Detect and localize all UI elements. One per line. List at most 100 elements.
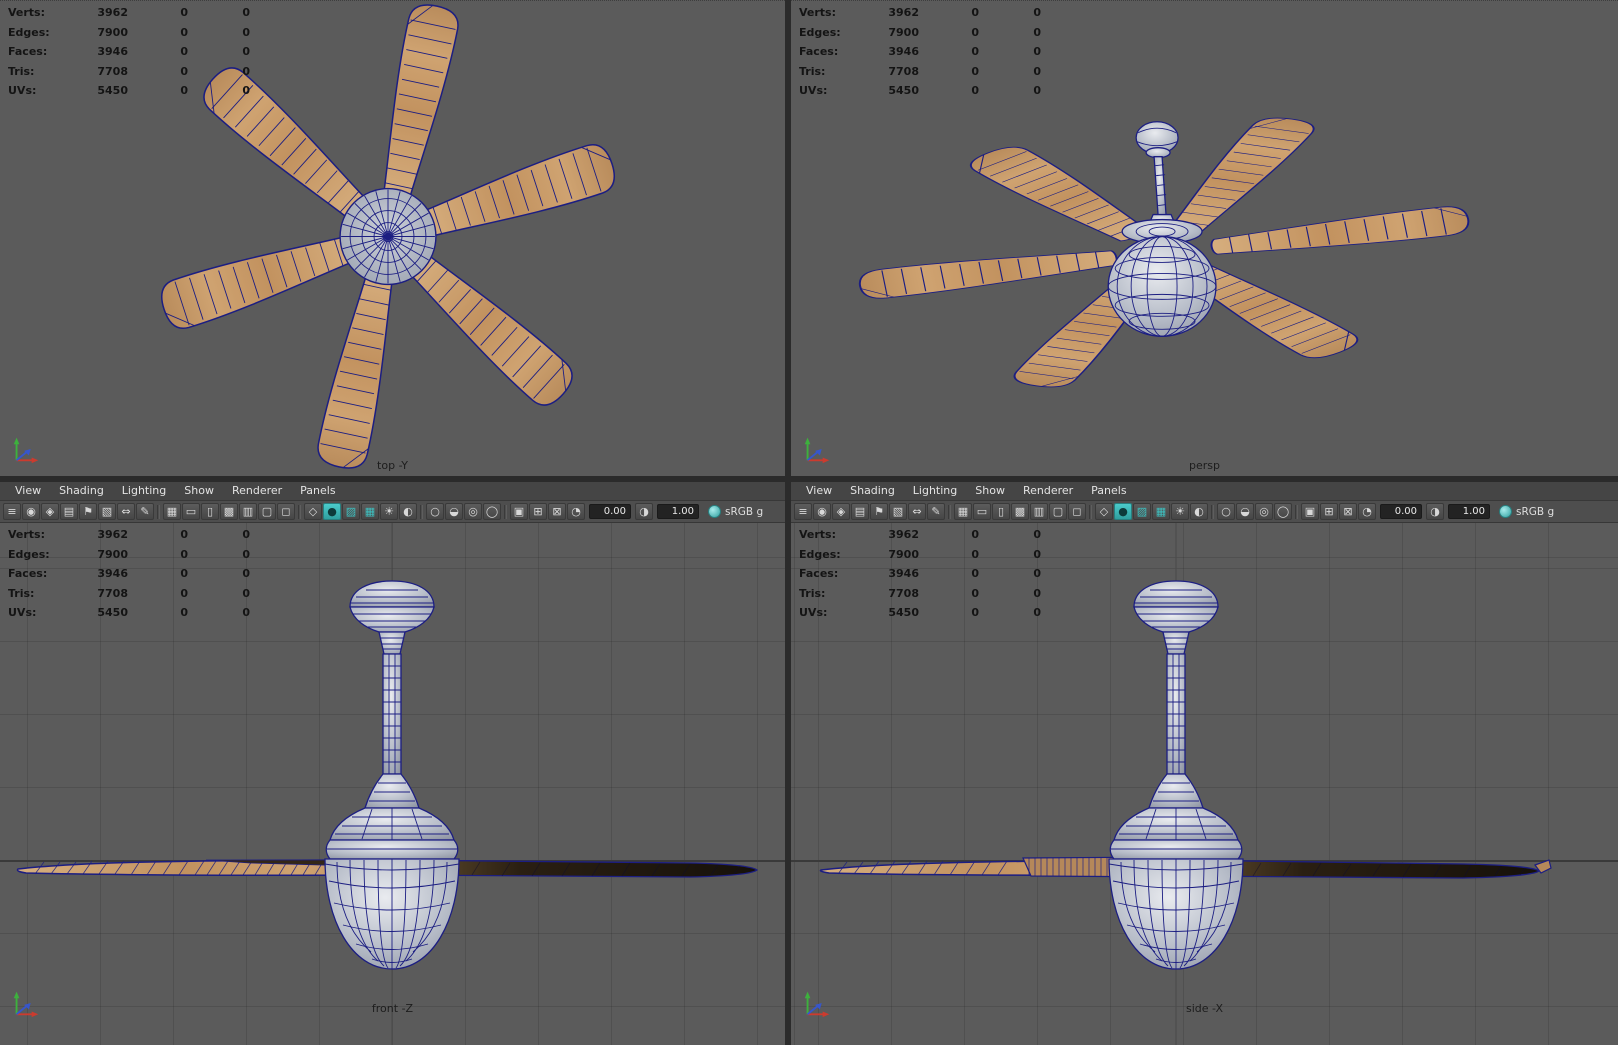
occlusion-icon[interactable]: ◎ <box>464 503 482 520</box>
safe-action-icon[interactable]: ▢ <box>258 503 276 520</box>
textured-icon[interactable]: ▨ <box>1133 503 1151 520</box>
viewport-top[interactable]: Verts: 3962 0 0 Edges: 7900 0 0 Faces: 3… <box>0 0 785 476</box>
camera-select-icon[interactable]: ◉ <box>22 503 40 520</box>
panel-menu-bar: View Shading Lighting Show Renderer Panels <box>0 482 785 501</box>
use-lights-icon[interactable]: ☀ <box>380 503 398 520</box>
grease-pencil-icon[interactable]: ✎ <box>136 503 154 520</box>
camera-lock-icon[interactable]: ◈ <box>41 503 59 520</box>
viewport-side[interactable]: View Shading Lighting Show Renderer Panels ≡ ◉… <box>791 482 1618 1045</box>
stat-col1: 0 <box>180 25 188 39</box>
camera-select-icon[interactable]: ◉ <box>813 503 831 520</box>
gamma-icon[interactable]: ◑ <box>635 503 653 520</box>
safe-title-icon[interactable]: ◻ <box>277 503 295 520</box>
split-view-icon[interactable]: ⊞ <box>529 503 547 520</box>
menu-item[interactable]: Lighting <box>113 482 175 500</box>
anti-alias-icon[interactable]: ◯ <box>1274 503 1292 520</box>
colorspace-label[interactable]: sRGB g <box>725 506 763 518</box>
checkered-icon[interactable]: ▦ <box>1152 503 1170 520</box>
snap-icon[interactable]: ⊠ <box>548 503 566 520</box>
grid-icon[interactable]: ▦ <box>954 503 972 520</box>
field-chart-icon[interactable]: ▥ <box>1030 503 1048 520</box>
safe-action-icon[interactable]: ▢ <box>1049 503 1067 520</box>
colorspace-label[interactable]: sRGB g <box>1516 506 1554 518</box>
menu-item[interactable]: Renderer <box>1014 482 1082 500</box>
film-gate-icon[interactable]: ▭ <box>973 503 991 520</box>
menu-item[interactable]: Renderer <box>223 482 291 500</box>
resolution-gate-icon[interactable]: ▯ <box>201 503 219 520</box>
xray-icon[interactable]: ◒ <box>445 503 463 520</box>
default-material-icon[interactable]: ○ <box>1217 503 1235 520</box>
smooth-shade-icon[interactable]: ● <box>323 503 341 520</box>
gamma-field[interactable]: 1.00 <box>1448 504 1490 519</box>
viewport-persp[interactable]: Verts: 3962 0 0 Edges: 7900 0 0 Faces: 3… <box>791 0 1618 476</box>
use-lights-icon[interactable]: ☀ <box>1171 503 1189 520</box>
stat-col2: 0 <box>1033 606 1041 619</box>
wireframe-icon[interactable]: ◇ <box>304 503 322 520</box>
default-material-icon[interactable]: ○ <box>426 503 444 520</box>
split-view-icon[interactable]: ⊞ <box>1320 503 1338 520</box>
separator[interactable] <box>1295 504 1298 519</box>
anti-alias-icon[interactable]: ◯ <box>483 503 501 520</box>
colorspace-icon[interactable] <box>1499 505 1512 518</box>
menu-item[interactable]: View <box>6 482 50 500</box>
pan-zoom-icon[interactable]: ⇔ <box>117 503 135 520</box>
resolution-gate-icon[interactable]: ▯ <box>992 503 1010 520</box>
bookmark-icon[interactable]: ⚑ <box>79 503 97 520</box>
grid-icon[interactable]: ▦ <box>163 503 181 520</box>
occlusion-icon[interactable]: ◎ <box>1255 503 1273 520</box>
separator[interactable] <box>157 504 160 519</box>
snap-icon[interactable]: ⊠ <box>1339 503 1357 520</box>
menu-item[interactable]: Show <box>175 482 223 500</box>
gamma-icon[interactable]: ◑ <box>1426 503 1444 520</box>
smooth-shade-icon[interactable]: ● <box>1114 503 1132 520</box>
camera-lock-icon[interactable]: ◈ <box>832 503 850 520</box>
safe-title-icon[interactable]: ◻ <box>1068 503 1086 520</box>
menu-collapse-icon[interactable]: ≡ <box>794 503 812 520</box>
menu-item[interactable]: View <box>797 482 841 500</box>
exposure-icon[interactable]: ◔ <box>1358 503 1376 520</box>
colorspace-icon[interactable] <box>708 505 721 518</box>
field-chart-icon[interactable]: ▥ <box>239 503 257 520</box>
image-plane-icon[interactable]: ▧ <box>889 503 907 520</box>
stat-value: 7708 <box>888 586 919 600</box>
menu-item[interactable]: Shading <box>841 482 904 500</box>
film-gate-icon[interactable]: ▭ <box>182 503 200 520</box>
pan-zoom-icon[interactable]: ⇔ <box>908 503 926 520</box>
separator[interactable] <box>504 504 507 519</box>
checkered-icon[interactable]: ▦ <box>361 503 379 520</box>
menu-item[interactable]: Shading <box>50 482 113 500</box>
grease-pencil-icon[interactable]: ✎ <box>927 503 945 520</box>
separator[interactable] <box>1211 504 1214 519</box>
separator[interactable] <box>948 504 951 519</box>
wireframe-icon[interactable]: ◇ <box>1095 503 1113 520</box>
exposure-field[interactable]: 0.00 <box>1380 504 1422 519</box>
viewport-canvas-front[interactable]: Verts: 3962 0 0 Edges: 7900 0 0 Faces: 3… <box>0 523 785 1045</box>
separator[interactable] <box>1089 504 1092 519</box>
bookmark-icon[interactable]: ⚑ <box>870 503 888 520</box>
isolate-select-icon[interactable]: ▣ <box>510 503 528 520</box>
menu-item[interactable]: Show <box>966 482 1014 500</box>
isolate-select-icon[interactable]: ▣ <box>1301 503 1319 520</box>
exposure-icon[interactable]: ◔ <box>567 503 585 520</box>
textured-icon[interactable]: ▨ <box>342 503 360 520</box>
separator[interactable] <box>420 504 423 519</box>
menu-item[interactable]: Lighting <box>904 482 966 500</box>
menu-item[interactable]: Panels <box>1082 482 1135 500</box>
gamma-field[interactable]: 1.00 <box>657 504 699 519</box>
camera-attrs-icon[interactable]: ▤ <box>60 503 78 520</box>
exposure-field[interactable]: 0.00 <box>589 504 631 519</box>
image-plane-icon[interactable]: ▧ <box>98 503 116 520</box>
xray-icon[interactable]: ◒ <box>1236 503 1254 520</box>
polycount-row: Verts: 3962 0 0 <box>799 525 1041 545</box>
menu-item[interactable]: Panels <box>291 482 344 500</box>
stat-label: Tris: <box>8 64 35 78</box>
menu-collapse-icon[interactable]: ≡ <box>3 503 21 520</box>
viewport-front[interactable]: View Shading Lighting Show Renderer Panels ≡ ◉… <box>0 482 785 1045</box>
separator[interactable] <box>298 504 301 519</box>
gate-mask-icon[interactable]: ▩ <box>220 503 238 520</box>
viewport-canvas-side[interactable]: Verts: 3962 0 0 Edges: 7900 0 0 Faces: 3… <box>791 523 1618 1045</box>
shadows-icon[interactable]: ◐ <box>399 503 417 520</box>
shadows-icon[interactable]: ◐ <box>1190 503 1208 520</box>
camera-attrs-icon[interactable]: ▤ <box>851 503 869 520</box>
gate-mask-icon[interactable]: ▩ <box>1011 503 1029 520</box>
